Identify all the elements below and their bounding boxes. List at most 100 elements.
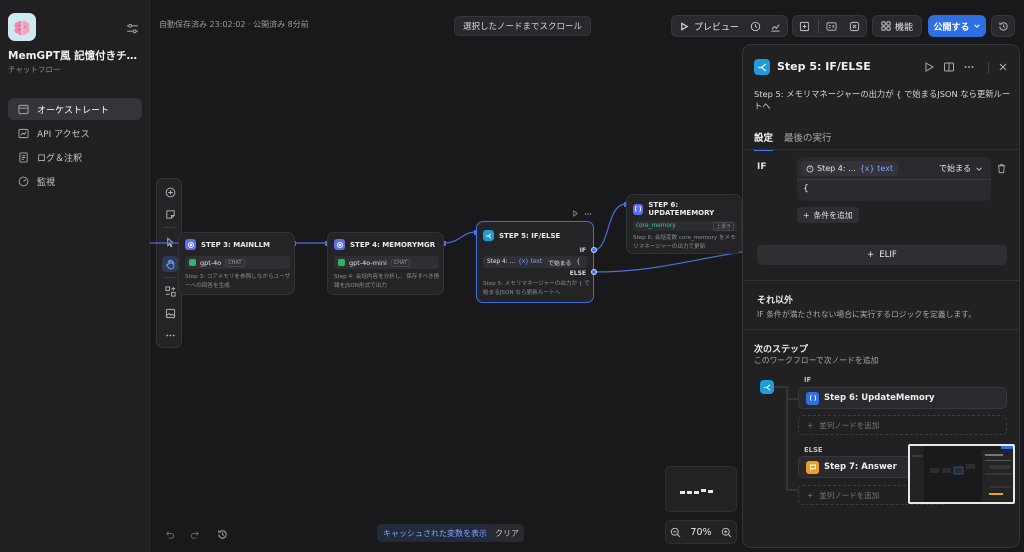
- env-button[interactable]: [795, 16, 815, 36]
- minimap[interactable]: [665, 466, 737, 512]
- add-node-button[interactable]: [162, 184, 178, 200]
- condition-variable-name: {x} text: [518, 259, 543, 265]
- add-condition-button[interactable]: + 条件を追加: [797, 207, 859, 223]
- tab-settings[interactable]: 設定: [754, 130, 774, 151]
- divider: [743, 329, 1019, 330]
- run-history-button[interactable]: [765, 16, 785, 36]
- publish-button[interactable]: 公開する: [928, 15, 986, 37]
- api-icon: [18, 128, 29, 138]
- sidebar-item-label: API アクセス: [37, 129, 90, 140]
- variables-button[interactable]: [822, 16, 842, 36]
- sidebar-item-label: ログ＆注釈: [37, 153, 83, 164]
- add-parallel-node-button[interactable]: + 並列ノードを追加: [798, 415, 1007, 435]
- node-step4-memorymgr[interactable]: STEP 4: MEMORYMGR gpt-4o-mini CHAT Step …: [327, 232, 444, 295]
- thumbnail-image: [910, 446, 1013, 502]
- preview-button[interactable]: プレビュー: [672, 16, 745, 36]
- edge-else-step7: [593, 251, 743, 273]
- more-horizontal-icon[interactable]: [584, 210, 592, 218]
- history-icon: [770, 23, 780, 32]
- preview-toolbar: プレビュー: [671, 15, 788, 37]
- more-horizontal-icon[interactable]: [963, 61, 975, 73]
- run-step-icon[interactable]: [923, 61, 935, 73]
- if-port[interactable]: [591, 247, 597, 253]
- version-history-button[interactable]: [991, 15, 1015, 37]
- chevron-down-icon: [973, 24, 980, 28]
- model-mode-tag: CHAT: [225, 258, 245, 267]
- if-else-icon: [483, 230, 494, 241]
- pointer-mode-button[interactable]: [162, 234, 178, 250]
- divider: [163, 277, 177, 278]
- branch-if-label: IF: [804, 376, 812, 384]
- zoom-level[interactable]: 70%: [690, 527, 711, 538]
- panel-title[interactable]: Step 5: IF/ELSE: [777, 60, 871, 73]
- node-step6-updatememory[interactable]: STEP 6: UPDATEMEMORY core_memory 上書き Ste…: [626, 194, 742, 254]
- divider: [817, 19, 819, 33]
- node-title: STEP 6: UPDATEMEMORY: [648, 201, 715, 217]
- condition-variable: Step 4: ...: [817, 164, 856, 173]
- organize-icon: [164, 285, 176, 297]
- export-image-button[interactable]: [162, 305, 178, 321]
- features-button[interactable]: 機能: [872, 15, 922, 37]
- orchestrate-icon: [18, 104, 29, 114]
- condition-value-input[interactable]: {: [803, 184, 809, 194]
- node-description: Step 3: コアメモリを参照しながらユーザーへの回答を生成: [185, 274, 291, 289]
- memory-variable-name: core_memory: [636, 223, 676, 229]
- tab-last-run[interactable]: 最後の実行: [784, 130, 832, 144]
- checklist-button[interactable]: [745, 16, 765, 36]
- sidebar-item-api[interactable]: API アクセス: [8, 122, 142, 144]
- zoom-out-icon[interactable]: [670, 527, 681, 538]
- condition-operator-select[interactable]: で始まる: [939, 163, 983, 174]
- close-icon[interactable]: [997, 61, 1009, 73]
- clear-button[interactable]: クリア: [490, 524, 524, 542]
- divider: [743, 149, 1019, 150]
- app-name[interactable]: MemGPT風 記憶付きチャッ...: [8, 48, 144, 63]
- branch-if-target[interactable]: Step 6: UpdateMemory: [798, 387, 1007, 409]
- model-name: gpt-4o: [200, 258, 222, 267]
- features-label: 機能: [894, 22, 913, 33]
- condition-operator: で始まる: [548, 260, 572, 267]
- sidebar-item-label: オーケストレート: [37, 105, 110, 116]
- edge-step4-step5: [443, 231, 477, 244]
- trash-icon[interactable]: [996, 163, 1007, 174]
- conversation-vars-button[interactable]: [845, 16, 865, 36]
- preview-label: プレビュー: [694, 22, 740, 33]
- add-note-button[interactable]: [162, 206, 178, 222]
- show-cached-variables-button[interactable]: キャッシュされた変数を表示: [377, 524, 493, 542]
- undo-icon[interactable]: [164, 529, 175, 540]
- panel-description[interactable]: Step 5: メモリマネージャーの出力が { で始まるJSON なら更新ルート…: [754, 88, 1014, 112]
- model-selector[interactable]: gpt-4o-mini CHAT: [334, 256, 439, 269]
- node-step5-ifelse[interactable]: STEP 5: IF/ELSE IF Step 4: ... {x} text …: [476, 221, 597, 303]
- hand-mode-button[interactable]: [162, 256, 178, 272]
- model-selector[interactable]: gpt-4o CHAT: [185, 256, 290, 269]
- scroll-to-selected-button[interactable]: 選択したノードまでスクロール: [454, 16, 592, 36]
- node-title: STEP 4: MEMORYMGR: [350, 240, 436, 249]
- organize-nodes-button[interactable]: [162, 283, 178, 299]
- play-icon[interactable]: [572, 210, 579, 217]
- minimap-nodes: [680, 489, 713, 494]
- logs-icon: [19, 151, 28, 163]
- condition-variable-picker[interactable]: Step 4: ... {x} text: [801, 161, 898, 176]
- help-book-icon[interactable]: [943, 61, 955, 73]
- sidebar-item-monitor[interactable]: 監視: [8, 170, 142, 192]
- else-port[interactable]: [591, 269, 597, 275]
- more-options-button[interactable]: [162, 327, 178, 343]
- elif-label: ELIF: [879, 250, 897, 260]
- sidebar-item-orchestrate[interactable]: オーケストレート: [8, 98, 142, 120]
- history-clock-icon[interactable]: [217, 529, 228, 540]
- chevron-down-icon: [976, 166, 982, 171]
- openai-icon: [338, 259, 345, 266]
- sidebar-item-logs[interactable]: ログ＆注釈: [8, 146, 142, 168]
- env-icon: [799, 21, 810, 31]
- node-step3-mainllm[interactable]: STEP 3: MAINLLM gpt-4o CHAT Step 3: コアメモ…: [178, 232, 295, 295]
- node-header: STEP 3: MAINLLM: [185, 239, 270, 250]
- divider: [743, 280, 1019, 281]
- sidebar-item-label: 監視: [37, 177, 56, 188]
- add-elif-button[interactable]: + ELIF: [757, 245, 1007, 265]
- sidebar-settings-icon[interactable]: [126, 22, 139, 35]
- node-description: Step 6: 会話変数 core_memory をメモリマネージャーの出力で更…: [633, 235, 736, 250]
- condition-variable: Step 4: ...: [487, 259, 516, 265]
- zoom-in-icon[interactable]: [721, 527, 732, 538]
- divider: [988, 62, 989, 73]
- env-variables-icon: [826, 21, 837, 31]
- redo-icon[interactable]: [190, 529, 201, 540]
